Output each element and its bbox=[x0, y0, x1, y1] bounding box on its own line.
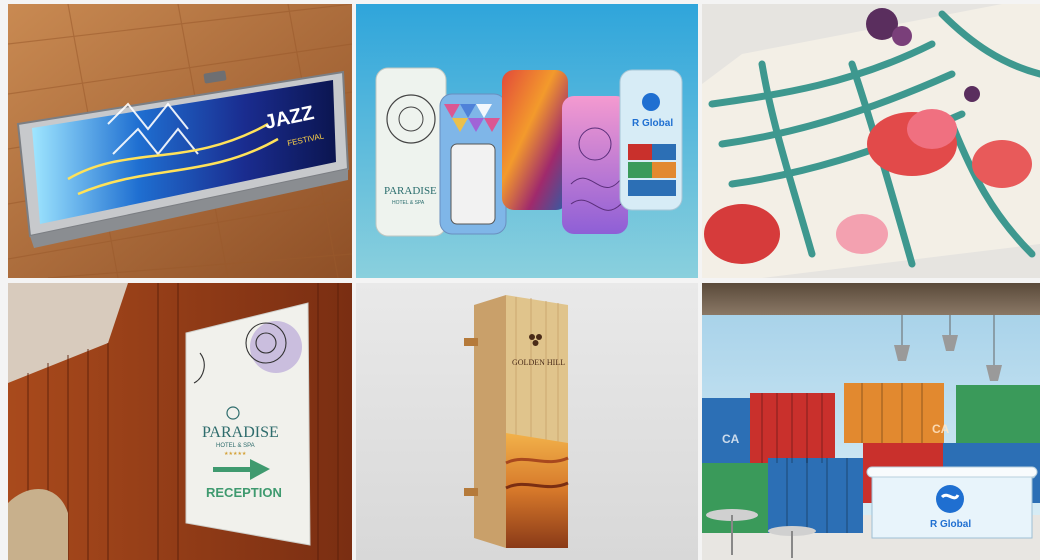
tile-reception-desk[interactable]: CA CA R Global bbox=[702, 283, 1040, 560]
rglobal-logo-icon bbox=[642, 93, 660, 111]
desk-logo-icon bbox=[936, 485, 964, 513]
wicker-chair bbox=[8, 489, 68, 560]
floral-prints-image bbox=[702, 4, 1040, 278]
phone-cases-image: PARADISE HOTEL & SPA R Global bbox=[356, 4, 698, 278]
desk-logo: R Global bbox=[930, 519, 971, 530]
tile-wooden-box[interactable]: GOLDEN HILL bbox=[356, 283, 698, 560]
phone-brand: PARADISE bbox=[384, 185, 437, 197]
wall-sign-image: PARADISE HOTEL & SPA ★★★★★ RECEPTION bbox=[8, 283, 352, 560]
container-label-1: CA bbox=[722, 432, 740, 446]
wooden-box-image: GOLDEN HILL bbox=[356, 283, 698, 560]
tile-case-on-floor[interactable]: JAZZ FESTIVAL bbox=[8, 4, 352, 278]
box-brand: GOLDEN HILL bbox=[512, 358, 565, 367]
phone-logo: R Global bbox=[632, 118, 673, 129]
tile-phone-cases[interactable]: PARADISE HOTEL & SPA R Global bbox=[356, 4, 698, 278]
product-gallery: JAZZ FESTIVAL PARADISE HOTEL & SPA R Glo… bbox=[0, 0, 1040, 560]
reception-desk: R Global bbox=[866, 466, 1038, 539]
phone-brand-sub: HOTEL & SPA bbox=[392, 200, 425, 206]
reception-desk-image: CA CA R Global bbox=[702, 283, 1040, 560]
sign-brand: PARADISE bbox=[202, 424, 279, 441]
tile-floral-prints[interactable] bbox=[702, 4, 1040, 278]
sign-stars: ★★★★★ bbox=[224, 451, 247, 457]
sign-brand-sub: HOTEL & SPA bbox=[216, 443, 255, 449]
containers-graphic bbox=[628, 144, 676, 196]
container-label-2: CA bbox=[932, 422, 950, 436]
sign-direction: RECEPTION bbox=[206, 485, 282, 500]
case-on-floor-image: JAZZ FESTIVAL bbox=[8, 4, 352, 278]
tile-wall-sign[interactable]: PARADISE HOTEL & SPA ★★★★★ RECEPTION bbox=[8, 283, 352, 560]
